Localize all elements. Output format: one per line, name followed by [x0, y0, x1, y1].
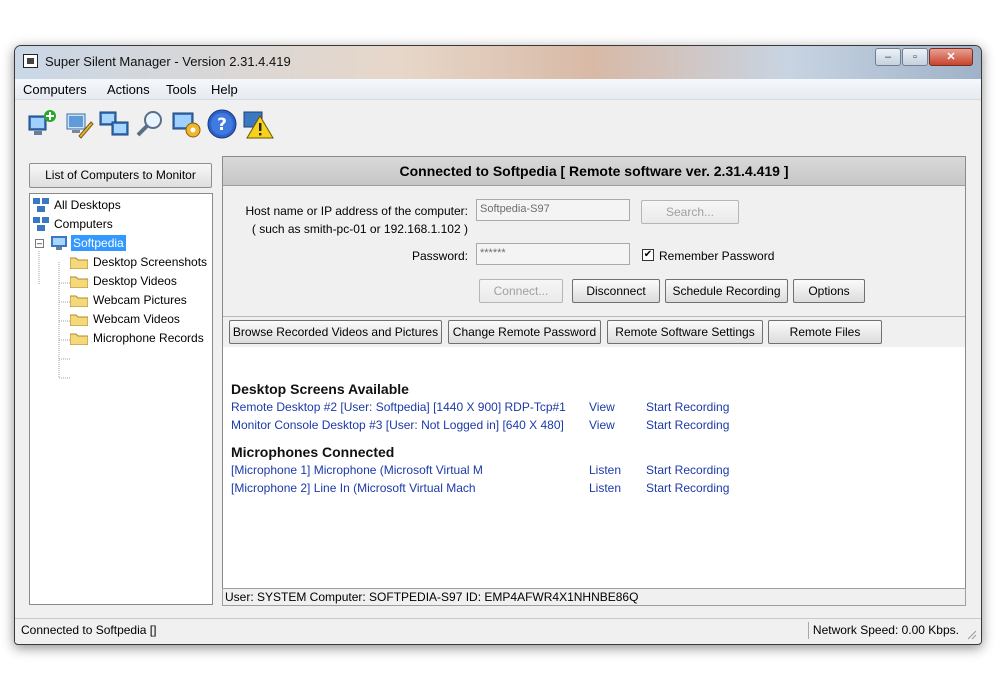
desktop-screen-link[interactable]: Remote Desktop #2 [User: Softpedia] [144… [231, 400, 566, 414]
edit-computer-icon[interactable] [61, 105, 95, 142]
desktop-screen-link[interactable]: Monitor Console Desktop #3 [User: Not Lo… [231, 418, 564, 432]
folder-icon [69, 256, 89, 272]
tree-item-webcam-pictures[interactable]: Webcam Pictures [69, 293, 189, 310]
warning-icon[interactable] [241, 105, 275, 142]
menu-computers[interactable]: Computers [23, 82, 87, 97]
microphone-link[interactable]: [Microphone 2] Line In (Microsoft Virtua… [231, 481, 476, 495]
window-controls: – ▫ ✕ [874, 48, 973, 66]
tree-item-softpedia[interactable]: Softpedia [50, 235, 126, 253]
host-label: Host name or IP address of the computer: [245, 204, 468, 218]
tree-label: Webcam Pictures [93, 293, 187, 307]
tree-item-webcam-videos[interactable]: Webcam Videos [69, 312, 182, 329]
search-button[interactable]: Search... [641, 200, 739, 224]
network-icon [33, 217, 49, 234]
tree-label: Microphone Records [93, 331, 204, 345]
computer-settings-icon[interactable] [169, 105, 203, 142]
folder-icon [69, 294, 89, 310]
computer-icon [50, 236, 68, 253]
status-bar: Connected to Softpedia [] Network Speed:… [15, 618, 981, 643]
magnifier-icon[interactable] [133, 105, 167, 142]
folder-icon [69, 275, 89, 291]
tree-item-microphone-records[interactable]: Microphone Records [69, 331, 206, 348]
help-icon[interactable]: ? [205, 105, 239, 142]
tab-change-password[interactable]: Change Remote Password [448, 320, 601, 344]
remember-password-label: Remember Password [659, 249, 775, 263]
start-recording-link[interactable]: Start Recording [646, 481, 729, 495]
menu-tools[interactable]: Tools [166, 82, 196, 97]
computer-info-bar: User: SYSTEM Computer: SOFTPEDIA-S97 ID:… [222, 588, 966, 606]
start-recording-link[interactable]: Start Recording [646, 463, 729, 477]
listen-link[interactable]: Listen [589, 481, 621, 495]
tree-item-desktop-videos[interactable]: Desktop Videos [69, 274, 179, 291]
remember-password-checkbox[interactable]: ✔ [642, 249, 654, 261]
password-input[interactable]: ****** [476, 243, 630, 265]
password-label: Password: [411, 249, 468, 263]
tree-label: Desktop Videos [93, 274, 177, 288]
network-icon [33, 198, 49, 215]
view-link[interactable]: View [589, 400, 615, 414]
view-link[interactable]: View [589, 418, 615, 432]
tree-label: Softpedia [71, 235, 126, 251]
main-panel: Connected to Softpedia [ Remote software… [222, 156, 966, 606]
connection-status: Connected to Softpedia [] [21, 623, 157, 637]
start-recording-link[interactable]: Start Recording [646, 418, 729, 432]
resize-grip-icon[interactable] [965, 628, 977, 640]
list-computers-button[interactable]: List of Computers to Monitor [29, 163, 212, 188]
svg-text:?: ? [217, 115, 227, 135]
start-recording-link[interactable]: Start Recording [646, 400, 729, 414]
connect-button[interactable]: Connect... [479, 279, 563, 303]
toolbar: ? [15, 100, 981, 150]
menu-bar: Computers Actions Tools Help [15, 79, 981, 100]
maximize-button[interactable]: ▫ [902, 48, 928, 66]
microphone-link[interactable]: [Microphone 1] Microphone (Microsoft Vir… [231, 463, 483, 477]
add-computer-icon[interactable] [25, 105, 59, 142]
close-button[interactable]: ✕ [929, 48, 973, 66]
tab-browse-recorded[interactable]: Browse Recorded Videos and Pictures [229, 320, 442, 344]
disconnect-button[interactable]: Disconnect [572, 279, 660, 303]
connection-header: Connected to Softpedia [ Remote software… [223, 157, 965, 186]
schedule-recording-button[interactable]: Schedule Recording [665, 279, 788, 303]
app-window: Super Silent Manager - Version 2.31.4.41… [14, 45, 982, 645]
listen-link[interactable]: Listen [589, 463, 621, 477]
tree-label: Desktop Screenshots [93, 255, 208, 269]
minimize-button[interactable]: – [875, 48, 901, 66]
tree-item-computers[interactable]: Computers [33, 217, 115, 234]
menu-help[interactable]: Help [211, 82, 238, 97]
tree-label: Webcam Videos [93, 312, 180, 326]
desktop-section-title: Desktop Screens Available [231, 381, 409, 397]
tree-label: All Desktops [54, 198, 121, 212]
content-area: Desktop Screens Available Remote Desktop… [223, 347, 965, 587]
menu-actions[interactable]: Actions [107, 82, 150, 97]
tree-collapse-toggle[interactable]: – [35, 239, 44, 248]
feature-tabs: Browse Recorded Videos and Pictures Chan… [223, 317, 965, 347]
tree-item-all-desktops[interactable]: All Desktops [33, 198, 123, 215]
app-icon [23, 54, 38, 68]
folder-icon [69, 332, 89, 348]
tree-label: Computers [54, 217, 113, 231]
connection-form: Host name or IP address of the computer:… [223, 186, 965, 317]
tree-item-desktop-screenshots[interactable]: Desktop Screenshots [69, 255, 209, 272]
folder-icon [69, 313, 89, 329]
options-button[interactable]: Options [793, 279, 865, 303]
network-speed: Network Speed: 0.00 Kbps. [807, 622, 959, 639]
window-title: Super Silent Manager - Version 2.31.4.41… [45, 54, 291, 69]
tab-remote-files[interactable]: Remote Files [768, 320, 882, 344]
host-hint: ( such as smith-pc-01 or 192.168.1.102 ) [251, 222, 468, 236]
computer-tree: All Desktops Computers Softpedia Desktop… [29, 193, 213, 605]
microphone-section-title: Microphones Connected [231, 444, 395, 460]
title-bar[interactable]: Super Silent Manager - Version 2.31.4.41… [15, 46, 981, 79]
remote-view-icon[interactable] [97, 105, 131, 142]
host-input[interactable]: Softpedia-S97 [476, 199, 630, 221]
tab-remote-settings[interactable]: Remote Software Settings [607, 320, 763, 344]
